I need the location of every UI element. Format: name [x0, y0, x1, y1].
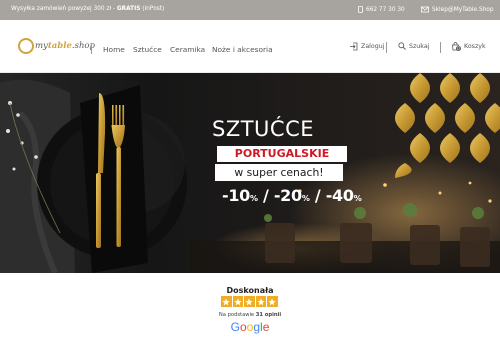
nav-item-sztucce[interactable]: Sztućce	[133, 45, 162, 54]
banner-title: SZTUĆCE	[212, 117, 315, 141]
star-icon	[255, 296, 266, 307]
divider	[91, 43, 92, 54]
nav-item-home[interactable]: Home	[103, 45, 125, 54]
logo-text-table: table	[47, 41, 72, 51]
hero-banner[interactable]: SZTUĆCE PORTUGALSKIE w super cenach! -10…	[0, 73, 500, 273]
search-label: Szukaj	[409, 42, 430, 50]
shipping-free-label: GRATIS	[116, 6, 141, 12]
nav-item-ceramika[interactable]: Ceramika	[170, 45, 205, 54]
logo-mark	[18, 38, 34, 54]
divider	[386, 42, 387, 53]
phone-icon	[358, 6, 363, 13]
banner-subtitle: PORTUGALSKIE	[217, 146, 347, 162]
logo[interactable]: mytable.shop	[18, 38, 95, 54]
shipping-info: Wysyłka zamówień powyżej 300 zł - GRATIS…	[11, 6, 164, 12]
review-count-prefix: Na podstawie	[218, 312, 256, 318]
star-icon	[232, 296, 243, 307]
cart-icon: 0	[451, 42, 461, 51]
logo-text-my: my	[35, 41, 48, 51]
discount-1: -10%	[222, 186, 258, 205]
login-label: Zaloguj	[361, 43, 385, 50]
cart-link[interactable]: 0 Koszyk	[451, 42, 486, 51]
nav-item-noze[interactable]: Noże i akcesoria	[212, 45, 273, 54]
google-logo: Google	[230, 320, 270, 334]
banner-discounts: -10% / -20% / -40%	[222, 186, 362, 205]
banner-tagline: w super cenach!	[215, 164, 343, 181]
mail-icon	[421, 6, 429, 13]
logo-text: mytable.shop	[35, 41, 95, 51]
review-count[interactable]: Na podstawie 31 opinii	[0, 312, 500, 318]
email-address: Sklep@MyTable.Shop	[432, 6, 494, 13]
rating-stars	[221, 296, 278, 307]
discount-2: -20%	[273, 186, 310, 205]
star-icon	[221, 296, 232, 307]
search-link[interactable]: Szukaj	[398, 42, 429, 50]
search-icon	[398, 42, 406, 50]
shipping-text: Wysyłka zamówień powyżej 300 zł -	[11, 6, 117, 12]
review-count-value: 31 opinii	[255, 312, 282, 318]
login-icon	[349, 42, 358, 51]
star-icon	[244, 296, 255, 307]
discount-3: -40%	[325, 186, 362, 205]
shipping-carrier: (InPost)	[140, 6, 165, 12]
rating-label: Doskonała	[226, 286, 274, 295]
cart-label: Koszyk	[464, 43, 486, 50]
reviews-section	[0, 273, 500, 348]
discount-separator: /	[314, 186, 321, 205]
email-link[interactable]: Sklep@MyTable.Shop	[421, 6, 494, 13]
divider	[440, 42, 441, 53]
cart-count-badge: 0	[456, 46, 461, 51]
phone-link[interactable]: 662 77 30 30	[358, 6, 405, 13]
phone-number: 662 77 30 30	[366, 6, 405, 13]
login-link[interactable]: Zaloguj	[349, 42, 385, 51]
top-bar: Wysyłka zamówień powyżej 300 zł - GRATIS…	[0, 0, 500, 20]
star-icon	[267, 296, 278, 307]
discount-separator: /	[263, 186, 269, 205]
